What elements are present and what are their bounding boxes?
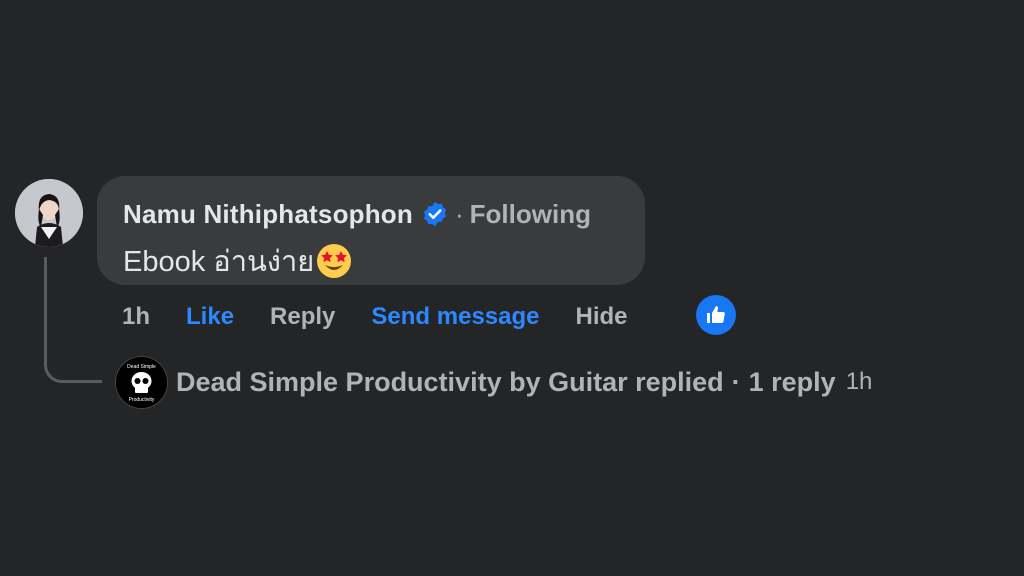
following-label[interactable]: Following xyxy=(470,199,591,230)
skull-logo-icon: Dead Simple Productivity xyxy=(116,357,167,408)
svg-text:Dead Simple: Dead Simple xyxy=(127,364,156,370)
comment-text: Ebook อ่านง่าย xyxy=(123,246,315,278)
comment-actions: 1h Like Reply Send message Hide xyxy=(122,297,664,337)
comment-timestamp[interactable]: 1h xyxy=(122,303,150,331)
replies-summary-text: Dead Simple Productivity by Guitar repli… xyxy=(176,366,724,397)
verified-badge-icon xyxy=(421,200,449,228)
reply-timestamp: 1h xyxy=(845,368,873,395)
comment-body: Ebook อ่านง่าย xyxy=(123,238,619,284)
like-reaction-badge[interactable] xyxy=(696,295,736,335)
view-replies-link[interactable]: Dead Simple Productivity by Guitar repli… xyxy=(176,362,872,402)
hide-button[interactable]: Hide xyxy=(576,303,628,331)
comment-bubble: Namu Nithiphatsophon · Following Ebook อ… xyxy=(97,176,645,285)
thumbs-up-icon xyxy=(707,306,725,323)
reply-button[interactable]: Reply xyxy=(270,303,335,331)
thread-connector-line xyxy=(44,257,102,383)
header-separator: · xyxy=(454,198,464,229)
commenter-avatar[interactable] xyxy=(15,179,83,247)
replier-avatar[interactable]: Dead Simple Productivity xyxy=(115,356,168,409)
replies-separator: · xyxy=(731,366,741,397)
like-button[interactable]: Like xyxy=(186,303,234,331)
comment-header: Namu Nithiphatsophon · Following xyxy=(123,196,619,232)
send-message-button[interactable]: Send message xyxy=(371,303,539,331)
svg-text:Productivity: Productivity xyxy=(129,397,155,403)
reply-count: 1 reply xyxy=(748,366,836,397)
star-struck-emoji-icon xyxy=(316,243,352,279)
comment-author-name[interactable]: Namu Nithiphatsophon xyxy=(123,199,413,230)
commenter-avatar-image xyxy=(15,179,83,247)
